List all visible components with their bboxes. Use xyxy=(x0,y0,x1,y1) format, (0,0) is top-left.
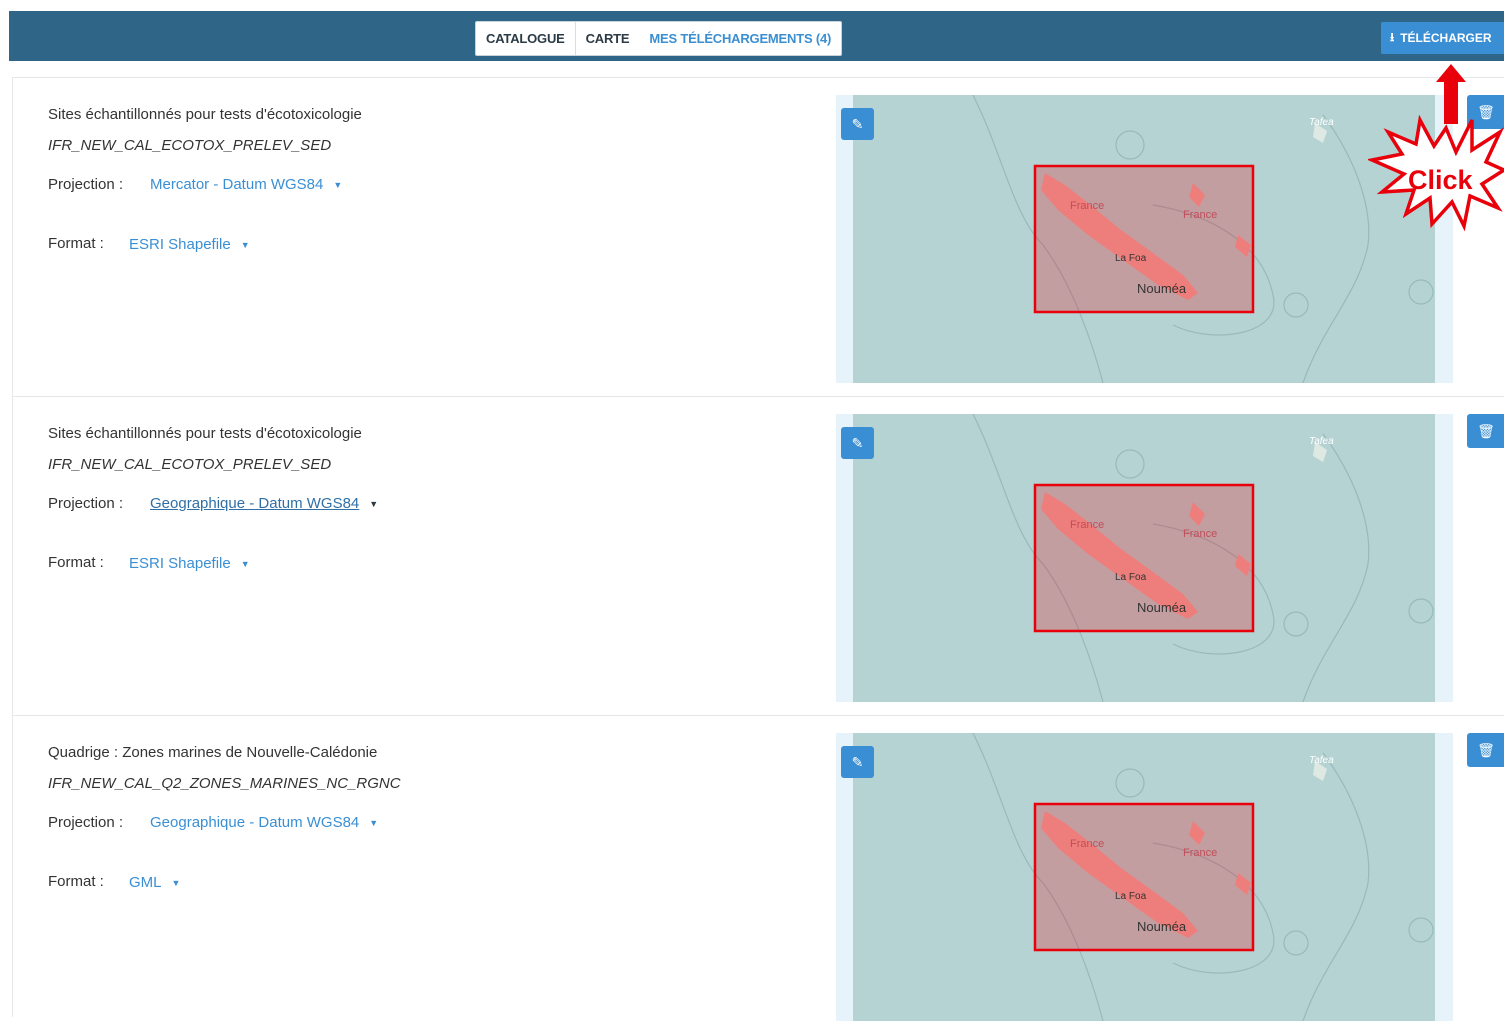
pencil-icon: ✎ xyxy=(851,753,864,770)
list-item: Sites échantillonnés pour tests d'écotox… xyxy=(13,396,1504,715)
item-code: IFR_NEW_CAL_ECOTOX_PRELEV_SED xyxy=(48,456,332,473)
projection-select[interactable]: Mercator - Datum WGS84 ▼ xyxy=(150,176,342,193)
list-item: Sites échantillonnés pour tests d'écotox… xyxy=(13,77,1504,396)
item-title: Sites échantillonnés pour tests d'écotox… xyxy=(48,425,362,442)
svg-text:France: France xyxy=(1183,528,1217,540)
trash-icon: 🗑 xyxy=(1477,422,1495,439)
map-canvas[interactable]: France France La Foa Nouméa Tafea xyxy=(853,733,1435,1021)
projection-value: Mercator - Datum WGS84 xyxy=(150,176,324,193)
item-title: Sites échantillonnés pour tests d'écotox… xyxy=(48,106,362,123)
svg-text:France: France xyxy=(1070,838,1104,850)
svg-text:Tafea: Tafea xyxy=(1309,755,1334,766)
tab-carte[interactable]: CARTE xyxy=(574,22,640,55)
projection-value: Geographique - Datum WGS84 xyxy=(150,814,360,831)
format-label: Format : xyxy=(48,235,104,252)
item-title: Quadrige : Zones marines de Nouvelle-Cal… xyxy=(48,744,378,761)
svg-text:La Foa: La Foa xyxy=(1115,572,1147,583)
edit-button[interactable]: ✎ xyxy=(841,746,874,778)
svg-text:France: France xyxy=(1183,847,1217,859)
format-label: Format : xyxy=(48,554,104,571)
format-value: ESRI Shapefile xyxy=(129,236,231,253)
tab-catalogue[interactable]: CATALOGUE xyxy=(476,22,575,55)
chevron-down-icon: ▼ xyxy=(369,499,379,510)
svg-text:Nouméa: Nouméa xyxy=(1137,600,1187,615)
svg-text:France: France xyxy=(1183,209,1217,221)
map-canvas[interactable]: France France La Foa Nouméa Tafea xyxy=(853,95,1435,383)
svg-text:La Foa: La Foa xyxy=(1115,253,1147,264)
download-button[interactable]: ⭳ TÉLÉCHARGER xyxy=(1381,22,1504,54)
projection-label: Projection : xyxy=(48,814,124,831)
chevron-down-icon: ▼ xyxy=(333,180,343,191)
trash-icon: 🗑 xyxy=(1477,741,1495,758)
pencil-icon: ✎ xyxy=(851,434,864,451)
edit-button[interactable]: ✎ xyxy=(841,108,874,140)
tab-mes-telechargements[interactable]: MES TÉLÉCHARGEMENTS (4) xyxy=(639,22,841,55)
projection-select[interactable]: Geographique - Datum WGS84 ▼ xyxy=(150,495,378,512)
svg-text:France: France xyxy=(1070,200,1104,212)
format-select[interactable]: ESRI Shapefile ▼ xyxy=(129,236,250,253)
svg-text:Tafea: Tafea xyxy=(1309,436,1334,447)
list-item: Quadrige : Zones marines de Nouvelle-Cal… xyxy=(13,715,1504,1021)
item-code: IFR_NEW_CAL_Q2_ZONES_MARINES_NC_RGNC xyxy=(48,775,401,792)
svg-text:Nouméa: Nouméa xyxy=(1137,281,1187,296)
chevron-down-icon: ▼ xyxy=(171,878,181,889)
projection-label: Projection : xyxy=(48,495,124,512)
map-graphic: France France La Foa Nouméa Tafea xyxy=(972,733,1434,1021)
click-annotation: Click xyxy=(1368,64,1504,232)
projection-value: Geographique - Datum WGS84 xyxy=(150,495,360,512)
map-canvas[interactable]: France France La Foa Nouméa Tafea xyxy=(853,414,1435,702)
svg-text:La Foa: La Foa xyxy=(1115,891,1147,902)
download-list: Sites échantillonnés pour tests d'écotox… xyxy=(12,77,1504,1021)
map-graphic: France France La Foa Nouméa Tafea xyxy=(972,414,1434,702)
map-preview[interactable]: France France La Foa Nouméa Tafea ✎ xyxy=(836,414,1453,702)
download-icon: ⭳ xyxy=(1390,29,1395,44)
svg-text:Tafea: Tafea xyxy=(1309,117,1334,128)
edit-button[interactable]: ✎ xyxy=(841,427,874,459)
chevron-down-icon: ▼ xyxy=(369,818,379,829)
chevron-down-icon: ▼ xyxy=(240,240,250,251)
format-label: Format : xyxy=(48,873,104,890)
up-arrow-icon xyxy=(1436,64,1466,124)
svg-text:France: France xyxy=(1070,519,1104,531)
format-value: GML xyxy=(129,874,162,891)
chevron-down-icon: ▼ xyxy=(240,559,250,570)
pencil-icon: ✎ xyxy=(851,115,864,132)
svg-text:Nouméa: Nouméa xyxy=(1137,919,1187,934)
item-code: IFR_NEW_CAL_ECOTOX_PRELEV_SED xyxy=(48,137,332,154)
svg-text:Click: Click xyxy=(1408,165,1474,195)
format-select[interactable]: GML ▼ xyxy=(129,874,180,891)
view-tabs: CATALOGUE CARTE MES TÉLÉCHARGEMENTS (4) xyxy=(475,21,843,56)
delete-button[interactable]: 🗑 xyxy=(1467,414,1504,448)
projection-label: Projection : xyxy=(48,176,124,193)
format-value: ESRI Shapefile xyxy=(129,555,231,572)
download-button-label: TÉLÉCHARGER xyxy=(1400,31,1492,45)
projection-select[interactable]: Geographique - Datum WGS84 ▼ xyxy=(150,814,378,831)
map-preview[interactable]: France France La Foa Nouméa Tafea ✎ xyxy=(836,95,1453,383)
delete-button[interactable]: 🗑 xyxy=(1467,733,1504,767)
format-select[interactable]: ESRI Shapefile ▼ xyxy=(129,555,250,572)
map-graphic: France France La Foa Nouméa Tafea xyxy=(972,95,1434,383)
map-preview[interactable]: France France La Foa Nouméa Tafea ✎ xyxy=(836,733,1453,1021)
